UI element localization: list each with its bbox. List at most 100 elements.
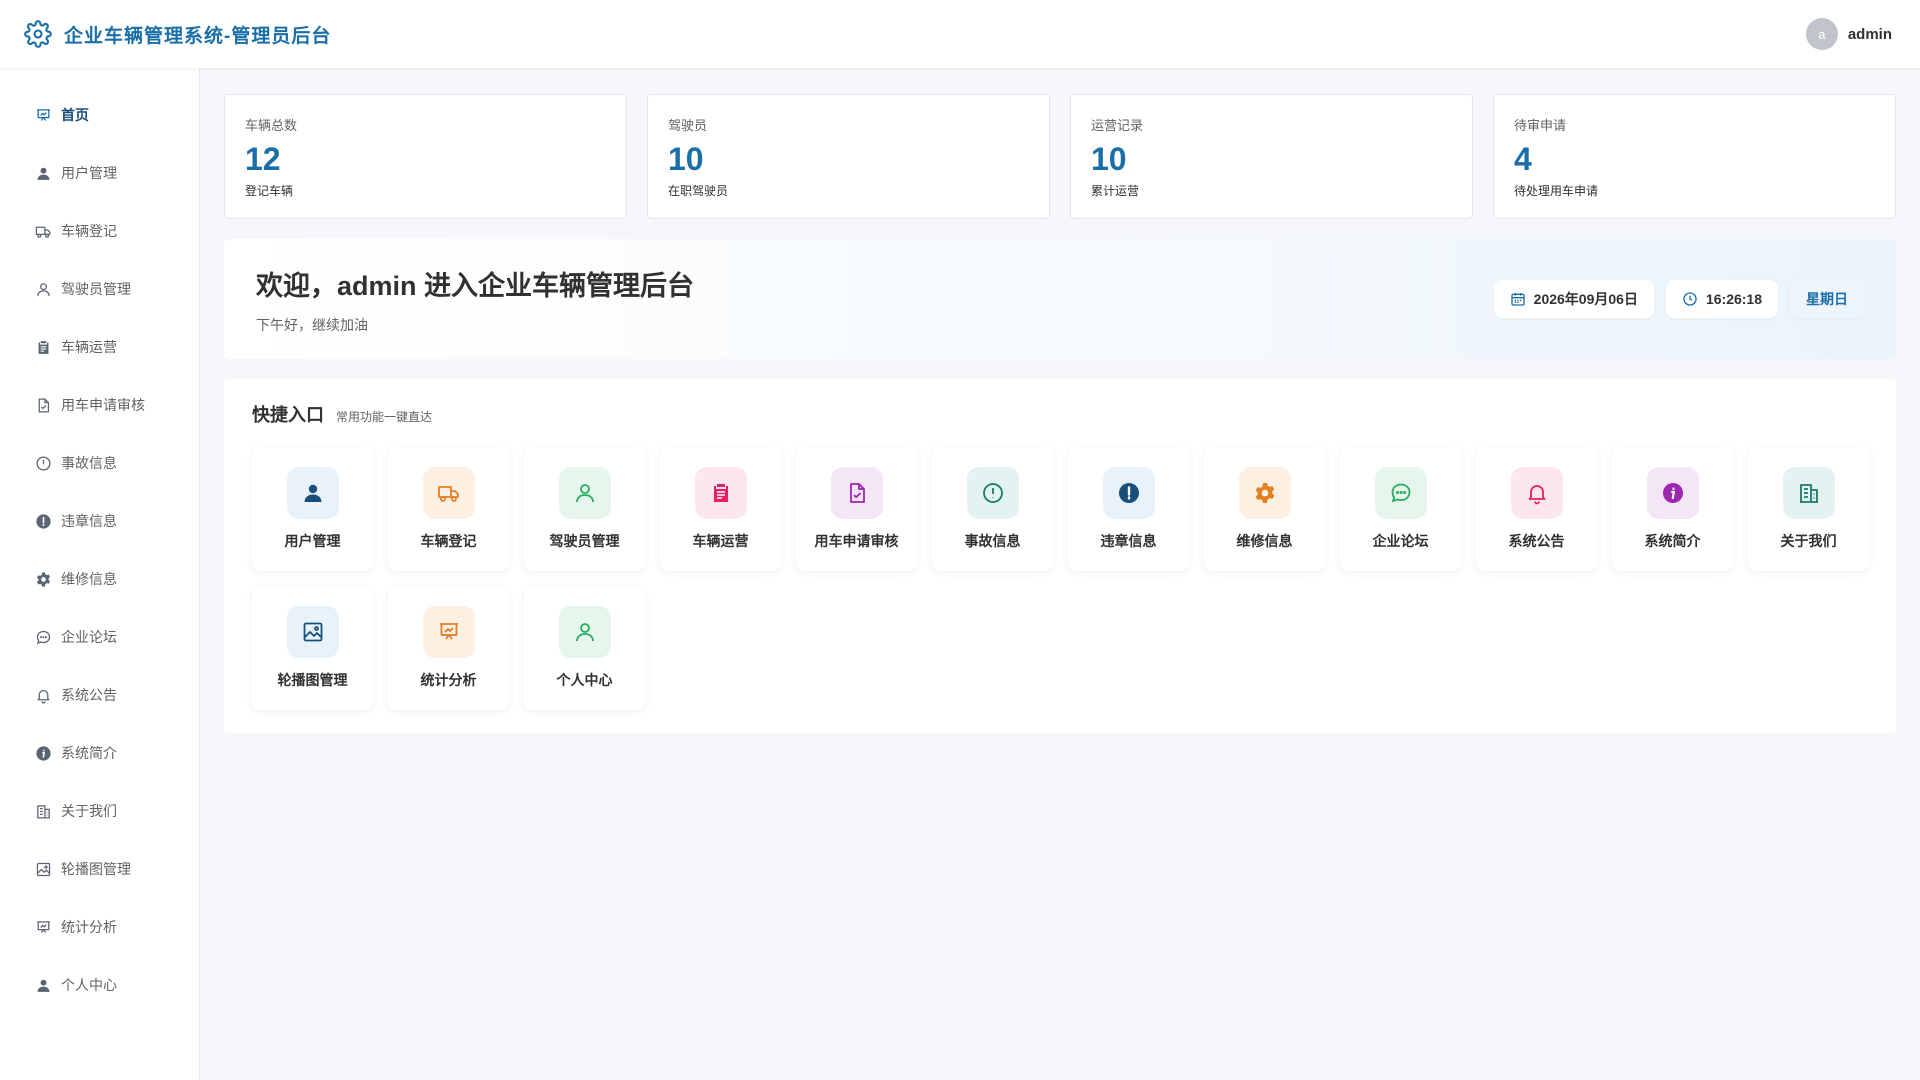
settings-icon xyxy=(35,571,52,588)
stats-row: 车辆总数 12 登记车辆 驾驶员 10 在职驾驶员 运营记录 10 累计运营 待审申请 4 待处理用车… xyxy=(224,94,1896,219)
user-outline-icon xyxy=(558,606,611,658)
document-check-icon xyxy=(35,397,52,414)
sidebar-item-label: 驾驶员管理 xyxy=(61,281,131,297)
quick-tile-label: 系统公告 xyxy=(1508,533,1565,549)
truck-icon xyxy=(35,223,52,240)
sidebar-item-14[interactable]: 统计分析 xyxy=(0,898,199,956)
quick-tile[interactable]: 维修信息 xyxy=(1204,447,1325,571)
sidebar-item-3[interactable]: 驾驶员管理 xyxy=(0,260,199,318)
quick-tile-label: 统计分析 xyxy=(420,672,477,688)
presentation-chart-icon xyxy=(35,919,52,936)
app-title: 企业车辆管理系统-管理员后台 xyxy=(64,25,332,47)
quick-tile[interactable]: 系统公告 xyxy=(1476,447,1597,571)
building-icon xyxy=(1782,467,1835,519)
calendar-icon xyxy=(1510,291,1526,307)
user-icon xyxy=(35,165,52,182)
clipboard-icon xyxy=(694,467,747,519)
sidebar-item-label: 首页 xyxy=(61,107,89,123)
stat-value: 10 xyxy=(1091,141,1127,177)
sidebar-item-7[interactable]: 违章信息 xyxy=(0,492,199,550)
settings-icon xyxy=(1238,467,1291,519)
sidebar-item-label: 用户管理 xyxy=(61,165,117,181)
quick-tile-label: 轮播图管理 xyxy=(277,672,348,688)
bell-icon xyxy=(1510,467,1563,519)
warning-filled-icon xyxy=(35,513,52,530)
quick-tile[interactable]: 驾驶员管理 xyxy=(524,447,645,571)
stat-card: 车辆总数 12 登记车辆 xyxy=(224,94,627,219)
quick-tile-label: 驾驶员管理 xyxy=(549,533,620,549)
quick-tile-label: 车辆运营 xyxy=(692,533,749,549)
clock-icon xyxy=(1682,291,1698,307)
quick-access-subtitle: 常用功能一键直达 xyxy=(336,410,433,424)
sidebar-item-8[interactable]: 维修信息 xyxy=(0,550,199,608)
welcome-title: 欢迎，admin 进入企业车辆管理后台 xyxy=(256,270,695,301)
gear-icon xyxy=(24,20,52,48)
truck-icon xyxy=(422,467,475,519)
quick-tile[interactable]: 关于我们 xyxy=(1748,447,1869,571)
sidebar-item-label: 企业论坛 xyxy=(61,629,117,645)
warning-circle-icon xyxy=(35,455,52,472)
weekday-chip: 星期日 xyxy=(1790,280,1864,318)
warning-filled-icon xyxy=(1102,467,1155,519)
stat-label: 驾驶员 xyxy=(668,118,708,133)
bell-icon xyxy=(35,687,52,704)
user-icon xyxy=(286,467,339,519)
sidebar-item-label: 统计分析 xyxy=(61,919,117,935)
user-icon xyxy=(35,977,52,994)
quick-tile[interactable]: 违章信息 xyxy=(1068,447,1189,571)
quick-tile[interactable]: 企业论坛 xyxy=(1340,447,1461,571)
stat-card: 待审申请 4 待处理用车申请 xyxy=(1493,94,1896,219)
sidebar-item-15[interactable]: 个人中心 xyxy=(0,956,199,1014)
quick-tile[interactable]: 车辆登记 xyxy=(388,447,509,571)
building-icon xyxy=(35,803,52,820)
username[interactable]: admin xyxy=(1848,26,1892,43)
quick-tile[interactable]: 系统简介 xyxy=(1612,447,1733,571)
quick-tile-label: 事故信息 xyxy=(964,533,1021,549)
welcome-text: 欢迎，admin 进入企业车辆管理后台 下午好，继续加油 xyxy=(256,264,694,335)
time-text: 16:26:18 xyxy=(1705,291,1762,307)
quick-tile-label: 用户管理 xyxy=(284,533,341,549)
quick-tile-label: 违章信息 xyxy=(1100,533,1157,549)
sidebar-item-12[interactable]: 关于我们 xyxy=(0,782,199,840)
user-outline-icon xyxy=(558,467,611,519)
sidebar-item-6[interactable]: 事故信息 xyxy=(0,434,199,492)
stat-caption: 登记车辆 xyxy=(245,184,294,198)
sidebar-item-4[interactable]: 车辆运营 xyxy=(0,318,199,376)
stat-value: 12 xyxy=(245,141,281,177)
sidebar-item-9[interactable]: 企业论坛 xyxy=(0,608,199,666)
user-menu[interactable]: a admin xyxy=(1805,18,1892,50)
avatar[interactable]: a xyxy=(1805,18,1838,50)
document-check-icon xyxy=(830,467,883,519)
stat-label: 待审申请 xyxy=(1514,118,1567,133)
sidebar-item-label: 事故信息 xyxy=(61,455,117,471)
main-content: 车辆总数 12 登记车辆 驾驶员 10 在职驾驶员 运营记录 10 累计运营 待审申请 4 待处理用车… xyxy=(224,94,1896,733)
sidebar-item-5[interactable]: 用车申请审核 xyxy=(0,376,199,434)
quick-tile[interactable]: 用车申请审核 xyxy=(796,447,917,571)
quick-tile[interactable]: 用户管理 xyxy=(252,447,373,571)
top-header: 企业车辆管理系统-管理员后台 a admin xyxy=(0,0,1920,68)
info-icon xyxy=(1646,467,1699,519)
quick-tile[interactable]: 轮播图管理 xyxy=(252,586,373,710)
sidebar-item-10[interactable]: 系统公告 xyxy=(0,666,199,724)
presentation-chart-icon xyxy=(35,107,52,124)
stat-card: 运营记录 10 累计运营 xyxy=(1070,94,1473,219)
sidebar-item-label: 维修信息 xyxy=(61,571,117,587)
brand[interactable]: 企业车辆管理系统-管理员后台 xyxy=(24,20,331,48)
quick-tile[interactable]: 事故信息 xyxy=(932,447,1053,571)
sidebar-item-0[interactable]: 首页 xyxy=(0,86,199,144)
quick-tile[interactable]: 车辆运营 xyxy=(660,447,781,571)
sidebar-item-1[interactable]: 用户管理 xyxy=(0,144,199,202)
sidebar-item-11[interactable]: 系统简介 xyxy=(0,724,199,782)
sidebar-item-2[interactable]: 车辆登记 xyxy=(0,202,199,260)
stat-label: 运营记录 xyxy=(1091,118,1144,133)
quick-tile[interactable]: 个人中心 xyxy=(524,586,645,710)
datetime-chips: 2026年09月06日 16:26:18 星期日 xyxy=(1493,280,1864,318)
quick-access-header: 快捷入口 常用功能一键直达 xyxy=(252,401,1868,427)
sidebar-item-label: 关于我们 xyxy=(61,803,117,819)
presentation-chart-icon xyxy=(422,606,475,658)
chat-icon xyxy=(1374,467,1427,519)
stat-value: 4 xyxy=(1514,141,1532,177)
quick-tile[interactable]: 统计分析 xyxy=(388,586,509,710)
sidebar-item-13[interactable]: 轮播图管理 xyxy=(0,840,199,898)
chat-icon xyxy=(35,629,52,646)
